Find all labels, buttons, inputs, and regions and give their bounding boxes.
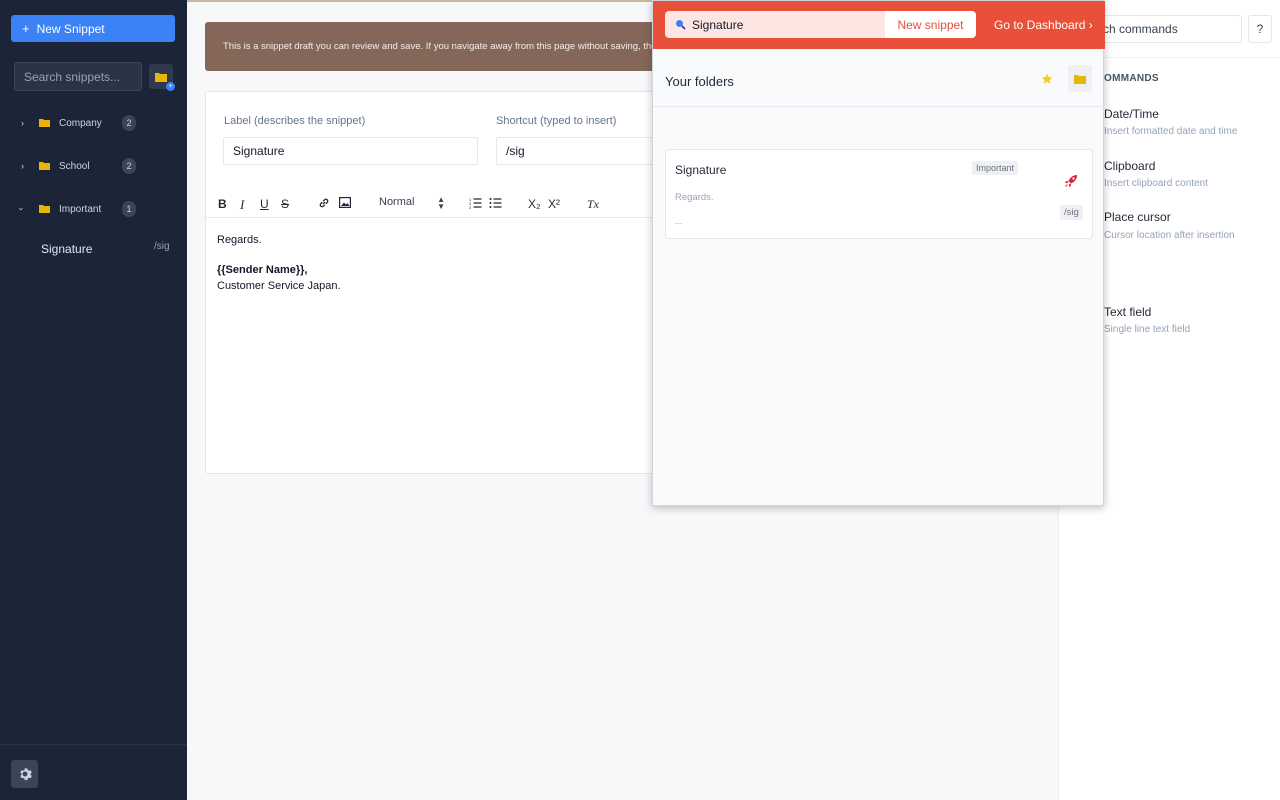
commands-heading: OMMANDS bbox=[1104, 73, 1159, 84]
new-snippet-label: New Snippet bbox=[36, 21, 105, 36]
popup-search-value: Signature bbox=[692, 17, 744, 32]
label-field-label: Label (describes the snippet) bbox=[224, 115, 366, 127]
label-input-value: Signature bbox=[233, 144, 285, 158]
gear-icon bbox=[19, 768, 32, 781]
chevron-right-icon: › bbox=[21, 118, 24, 128]
folder-icon bbox=[39, 119, 50, 127]
shortcut-input-value: /sig bbox=[506, 144, 525, 158]
command-desc: Cursor location after insertion bbox=[1104, 230, 1235, 241]
body-line: Regards. bbox=[217, 234, 262, 246]
editor-toolbar: B I U S Normal ▲ ▼ 1 2 3 X₂ X² Tx bbox=[206, 190, 666, 218]
quick-search-popup: Signature New snippet Go to Dashboard › … bbox=[652, 0, 1105, 506]
command-text-field[interactable]: Text field bbox=[1104, 305, 1151, 319]
new-folder-button[interactable]: + bbox=[149, 64, 175, 91]
sidebar-divider bbox=[0, 744, 187, 745]
command-desc: Single line text field bbox=[1104, 324, 1191, 335]
link-icon[interactable] bbox=[318, 197, 330, 209]
plus-icon: + bbox=[22, 21, 30, 36]
result-preview: Regards. bbox=[675, 192, 714, 203]
select-arrows-icon: ▲ ▼ bbox=[437, 195, 445, 211]
command-desc: Insert formatted date and time bbox=[1104, 126, 1238, 137]
sidebar-snippet-signature[interactable]: Signature /sig bbox=[0, 240, 187, 258]
rocket-icon[interactable] bbox=[1064, 174, 1078, 188]
new-snippet-button[interactable]: + New Snippet bbox=[11, 15, 175, 42]
label-input[interactable]: Signature bbox=[223, 137, 478, 165]
sidebar: + New Snippet + › Company 2 › School 2 ›… bbox=[0, 0, 187, 800]
popup-folders-bar: Your folders bbox=[653, 49, 1105, 107]
popup-folders-title: Your folders bbox=[665, 74, 734, 89]
popup-header: Signature New snippet Go to Dashboard › bbox=[653, 1, 1105, 49]
subscript-button[interactable]: X₂ bbox=[528, 197, 541, 211]
result-title: Signature bbox=[675, 163, 727, 177]
bold-button[interactable]: B bbox=[218, 197, 227, 211]
shortcut-field-label: Shortcut (typed to insert) bbox=[496, 115, 617, 127]
underline-button[interactable]: U bbox=[260, 197, 269, 211]
snippet-editor-card: Label (describes the snippet) Signature … bbox=[205, 91, 666, 474]
ordered-list-icon[interactable]: 1 2 3 bbox=[469, 197, 482, 209]
folder-icon bbox=[39, 205, 50, 213]
image-icon[interactable] bbox=[339, 197, 351, 208]
body-line: Customer Service Japan. bbox=[217, 280, 341, 292]
draft-banner-text: This is a snippet draft you can review a… bbox=[223, 41, 665, 52]
go-to-dashboard-link[interactable]: Go to Dashboard › bbox=[994, 18, 1093, 32]
clear-format-button[interactable]: Tx bbox=[587, 197, 599, 212]
folder-name: School bbox=[59, 160, 90, 172]
snippet-search-input[interactable] bbox=[14, 62, 142, 91]
popup-folder-button[interactable] bbox=[1068, 65, 1092, 92]
folder-count-badge: 1 bbox=[122, 201, 136, 217]
result-folder-tag: Important bbox=[972, 161, 1019, 175]
text-format-select[interactable]: Normal ▲ ▼ bbox=[379, 195, 445, 211]
bullet-list-icon[interactable] bbox=[489, 197, 502, 209]
popup-search-input[interactable]: Signature bbox=[665, 11, 885, 38]
strikethrough-button[interactable]: S bbox=[281, 197, 289, 211]
star-icon[interactable] bbox=[1041, 73, 1053, 85]
svg-text:3: 3 bbox=[469, 205, 472, 209]
search-icon bbox=[676, 20, 686, 30]
folder-icon bbox=[1074, 74, 1086, 84]
result-shortcut: /sig bbox=[1060, 205, 1083, 220]
folder-count-badge: 2 bbox=[122, 115, 136, 131]
folder-name: Company bbox=[59, 117, 102, 129]
sidebar-folder-important[interactable]: › Important 1 bbox=[0, 199, 187, 219]
command-place-cursor[interactable]: Place cursor bbox=[1104, 210, 1171, 224]
command-desc: Insert clipboard content bbox=[1104, 178, 1208, 189]
chevron-right-icon: › bbox=[21, 161, 24, 171]
snippet-name: Signature bbox=[41, 242, 93, 256]
help-button[interactable]: ? bbox=[1248, 15, 1272, 43]
popup-new-snippet-button[interactable]: New snippet bbox=[885, 11, 976, 38]
add-badge-icon: + bbox=[166, 82, 175, 91]
folder-count-badge: 2 bbox=[122, 158, 136, 174]
italic-button[interactable]: I bbox=[240, 197, 244, 213]
folder-name: Important bbox=[59, 203, 102, 215]
settings-button[interactable] bbox=[11, 760, 38, 788]
folder-icon bbox=[39, 162, 50, 170]
sidebar-folder-company[interactable]: › Company 2 bbox=[0, 113, 187, 133]
search-result-card[interactable]: Signature Important Regards. ... /sig bbox=[665, 149, 1093, 239]
draft-banner: This is a snippet draft you can review a… bbox=[205, 22, 665, 71]
shortcut-input[interactable]: /sig bbox=[496, 137, 666, 165]
result-ellipsis: ... bbox=[675, 216, 683, 226]
superscript-button[interactable]: X² bbox=[548, 197, 560, 211]
folder-icon bbox=[155, 72, 167, 82]
text-format-value: Normal bbox=[379, 196, 415, 208]
body-line-variable: {{Sender Name}}, bbox=[217, 264, 308, 276]
editor-content[interactable]: Regards. {{Sender Name}}, Customer Servi… bbox=[217, 232, 341, 294]
command-clipboard[interactable]: Clipboard bbox=[1104, 159, 1155, 173]
command-datetime[interactable]: Date/Time bbox=[1104, 107, 1159, 121]
snippet-shortcut: /sig bbox=[154, 241, 170, 252]
commands-search-input[interactable]: ch commands bbox=[1090, 15, 1242, 43]
sidebar-folder-school[interactable]: › School 2 bbox=[0, 156, 187, 176]
chevron-down-icon: › bbox=[16, 207, 27, 211]
